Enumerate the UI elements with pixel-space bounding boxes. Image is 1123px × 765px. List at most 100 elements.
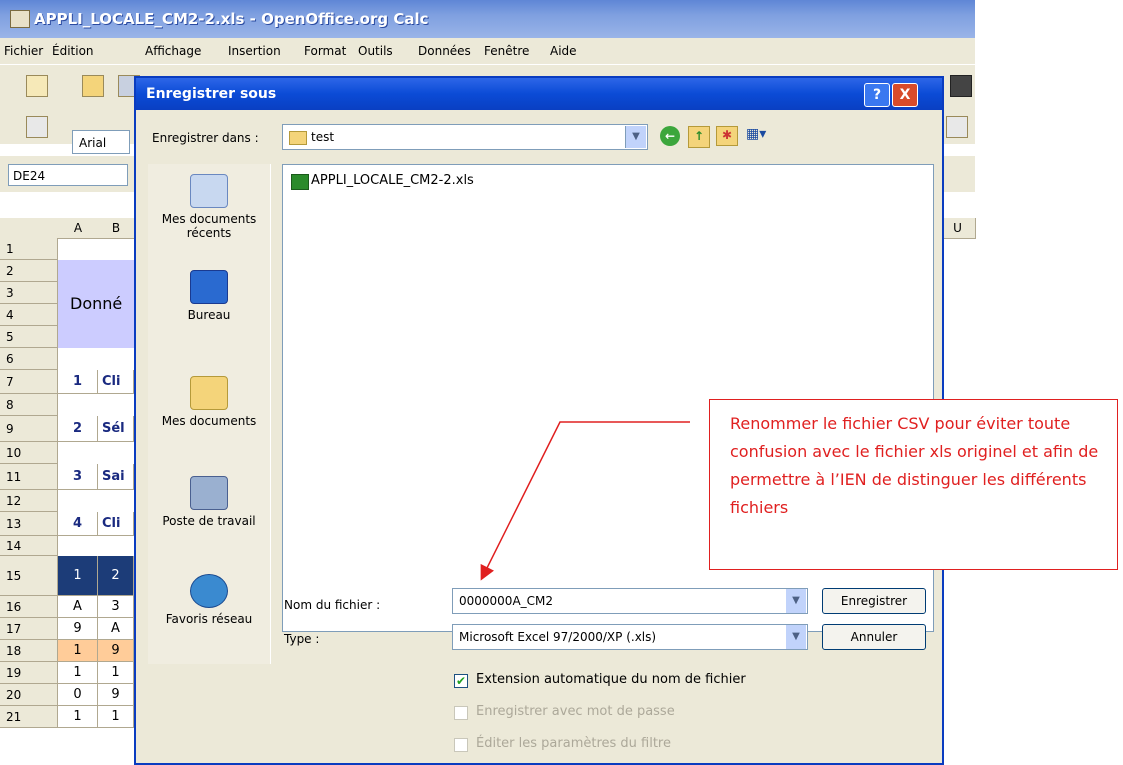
column-header-b[interactable]: B bbox=[98, 218, 135, 239]
place-label: Mes documents récents bbox=[161, 212, 257, 240]
table-cell[interactable]: 9 bbox=[98, 640, 134, 662]
auto-extension-checkbox[interactable]: ✔ bbox=[454, 674, 468, 688]
save-in-label: Enregistrer dans : bbox=[152, 131, 259, 145]
row-header[interactable]: 6 bbox=[0, 348, 58, 370]
views-menu-icon[interactable]: ▦▾ bbox=[746, 126, 776, 146]
place-label: Favoris réseau bbox=[165, 612, 253, 626]
font-name-box[interactable]: Arial bbox=[72, 130, 130, 154]
menu-format[interactable]: Format bbox=[304, 44, 346, 58]
indent-icon[interactable] bbox=[946, 116, 968, 138]
step-number[interactable]: 2 bbox=[58, 416, 98, 442]
header-block[interactable]: Donné bbox=[58, 260, 134, 348]
corner-header[interactable] bbox=[0, 218, 59, 239]
row-header[interactable]: 15 bbox=[0, 556, 58, 596]
table-cell[interactable]: 1 bbox=[58, 640, 98, 662]
row-header[interactable]: 20 bbox=[0, 684, 58, 706]
file-type-select[interactable]: Microsoft Excel 97/2000/XP (.xls) bbox=[452, 624, 808, 650]
save-button[interactable]: Enregistrer bbox=[822, 588, 926, 614]
auto-extension-label: Extension automatique du nom de fichier bbox=[476, 672, 746, 687]
name-box[interactable]: DE24 bbox=[8, 164, 128, 186]
menu-donnees[interactable]: Données bbox=[418, 44, 471, 58]
table-cell[interactable]: 1 bbox=[98, 662, 134, 684]
help-button[interactable]: ? bbox=[864, 83, 890, 107]
menu-fichier[interactable]: Fichier bbox=[4, 44, 43, 58]
step-number[interactable]: 1 bbox=[58, 370, 98, 394]
menu-affichage[interactable]: Affichage bbox=[145, 44, 201, 58]
place-desktop[interactable]: Bureau bbox=[148, 270, 270, 322]
step-text[interactable]: Cli bbox=[98, 370, 134, 394]
table-header-cell[interactable]: 1 bbox=[58, 556, 98, 596]
row-header[interactable]: 7 bbox=[0, 370, 58, 394]
back-icon[interactable]: ← bbox=[660, 126, 680, 146]
menu-fenetre[interactable]: Fenêtre bbox=[484, 44, 529, 58]
styles-icon[interactable] bbox=[26, 116, 48, 138]
step-number[interactable]: 3 bbox=[58, 464, 98, 490]
row-header[interactable]: 8 bbox=[0, 394, 58, 416]
table-cell[interactable]: 1 bbox=[98, 706, 134, 728]
place-network[interactable]: Favoris réseau bbox=[148, 574, 270, 626]
row-header[interactable]: 18 bbox=[0, 640, 58, 662]
place-my-computer[interactable]: Poste de travail bbox=[148, 476, 270, 528]
table-cell[interactable]: A bbox=[58, 596, 98, 618]
filter-settings-checkbox[interactable] bbox=[454, 738, 468, 752]
row-header[interactable]: 5 bbox=[0, 326, 58, 348]
save-in-value: test bbox=[311, 130, 335, 144]
new-document-icon[interactable] bbox=[26, 75, 48, 97]
menu-aide[interactable]: Aide bbox=[550, 44, 577, 58]
open-folder-icon[interactable] bbox=[82, 75, 104, 97]
row-header[interactable]: 17 bbox=[0, 618, 58, 640]
chevron-down-icon[interactable]: ▼ bbox=[786, 625, 806, 649]
row-header[interactable]: 12 bbox=[0, 490, 58, 512]
step-number[interactable]: 4 bbox=[58, 512, 98, 536]
column-header-u[interactable]: U bbox=[940, 218, 976, 239]
new-folder-icon[interactable]: ✱ bbox=[716, 126, 738, 146]
table-cell[interactable]: 9 bbox=[98, 684, 134, 706]
chevron-down-icon[interactable]: ▼ bbox=[786, 589, 806, 613]
filename-input[interactable]: 0000000A_CM2 bbox=[452, 588, 808, 614]
row-header[interactable]: 16 bbox=[0, 596, 58, 618]
password-label: Enregistrer avec mot de passe bbox=[476, 704, 675, 719]
row-header[interactable]: 3 bbox=[0, 282, 58, 304]
row-header[interactable]: 19 bbox=[0, 662, 58, 684]
save-in-dropdown[interactable]: test ▼ bbox=[282, 124, 648, 150]
place-recent-documents[interactable]: Mes documents récents bbox=[148, 174, 270, 240]
menu-edition[interactable]: Édition bbox=[52, 44, 94, 58]
step-text[interactable]: Sél bbox=[98, 416, 134, 442]
step-text[interactable]: Cli bbox=[98, 512, 134, 536]
table-cell[interactable]: 3 bbox=[98, 596, 134, 618]
row-header[interactable]: 11 bbox=[0, 464, 58, 490]
table-header-cell[interactable]: 2 bbox=[98, 556, 134, 596]
row-header[interactable]: 4 bbox=[0, 304, 58, 326]
dialog-title-bar[interactable]: Enregistrer sous ? X bbox=[136, 78, 942, 110]
place-my-documents[interactable]: Mes documents bbox=[148, 376, 270, 428]
table-cell[interactable]: 0 bbox=[58, 684, 98, 706]
table-cell[interactable]: 1 bbox=[58, 706, 98, 728]
table-cell[interactable]: A bbox=[98, 618, 134, 640]
chevron-down-icon[interactable]: ▼ bbox=[625, 126, 646, 148]
excel-file-icon bbox=[291, 174, 309, 190]
password-checkbox[interactable] bbox=[454, 706, 468, 720]
binoculars-icon[interactable] bbox=[950, 75, 972, 97]
close-button[interactable]: X bbox=[892, 83, 918, 107]
step-text[interactable]: Sai bbox=[98, 464, 134, 490]
row-header[interactable]: 9 bbox=[0, 416, 58, 442]
calc-menu-bar: Fichier Édition Affichage Insertion Form… bbox=[0, 38, 975, 64]
row-header[interactable]: 13 bbox=[0, 512, 58, 536]
desktop-icon bbox=[190, 270, 228, 304]
row-header[interactable]: 10 bbox=[0, 442, 58, 464]
row-header[interactable]: 21 bbox=[0, 706, 58, 728]
column-header-a[interactable]: A bbox=[58, 218, 99, 239]
network-globe-icon bbox=[190, 574, 228, 608]
cancel-button[interactable]: Annuler bbox=[822, 624, 926, 650]
place-label: Poste de travail bbox=[162, 514, 256, 528]
table-cell[interactable]: 9 bbox=[58, 618, 98, 640]
menu-insertion[interactable]: Insertion bbox=[228, 44, 281, 58]
row-header[interactable]: 14 bbox=[0, 536, 58, 556]
row-header[interactable]: 2 bbox=[0, 260, 58, 282]
cell-text: Donné bbox=[70, 294, 123, 313]
place-label: Mes documents bbox=[161, 414, 257, 428]
table-cell[interactable]: 1 bbox=[58, 662, 98, 684]
row-header[interactable]: 1 bbox=[0, 238, 58, 260]
menu-outils[interactable]: Outils bbox=[358, 44, 393, 58]
up-folder-icon[interactable]: ↑ bbox=[688, 126, 710, 148]
